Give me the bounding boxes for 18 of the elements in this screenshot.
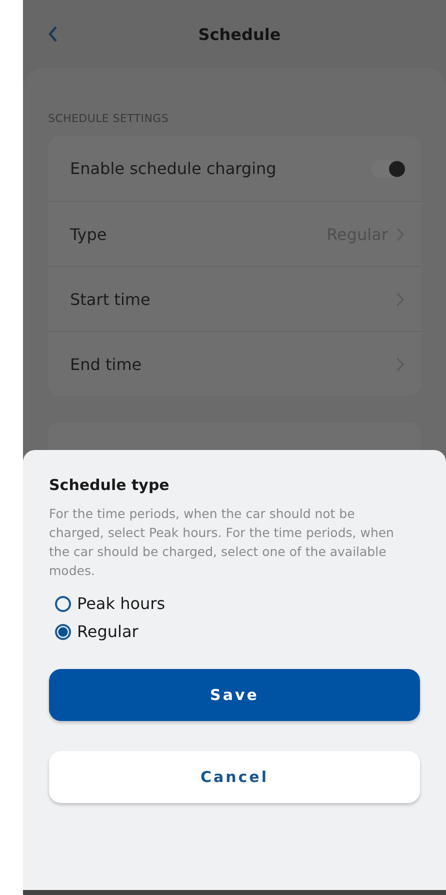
radio-button[interactable] xyxy=(55,624,71,640)
cancel-button[interactable]: Cancel xyxy=(49,751,420,803)
row-label: Enable schedule charging xyxy=(70,159,276,178)
option-label: Peak hours xyxy=(77,594,166,613)
screen-title: Schedule xyxy=(197,24,282,44)
row-label: End time xyxy=(70,354,142,374)
settings-row[interactable]: Start time xyxy=(48,266,421,331)
toggle-switch[interactable] xyxy=(371,160,405,178)
row-label: Type xyxy=(70,224,107,244)
save-button[interactable]: Save xyxy=(49,669,420,721)
settings-row[interactable]: End time xyxy=(48,331,421,396)
back-chevron-icon xyxy=(47,25,59,43)
radio-button[interactable] xyxy=(55,596,71,612)
sheet-description: For the time periods, when the car should not be charged, select Peak hours. For the time periods, when the car should be charged, select one of the available modes. xyxy=(49,505,395,580)
settings-row[interactable]: Enable schedule charging xyxy=(48,136,421,201)
row-label: Start time xyxy=(70,290,150,308)
sheet-title: Schedule type xyxy=(49,476,170,494)
option-label: Regular xyxy=(77,622,138,641)
